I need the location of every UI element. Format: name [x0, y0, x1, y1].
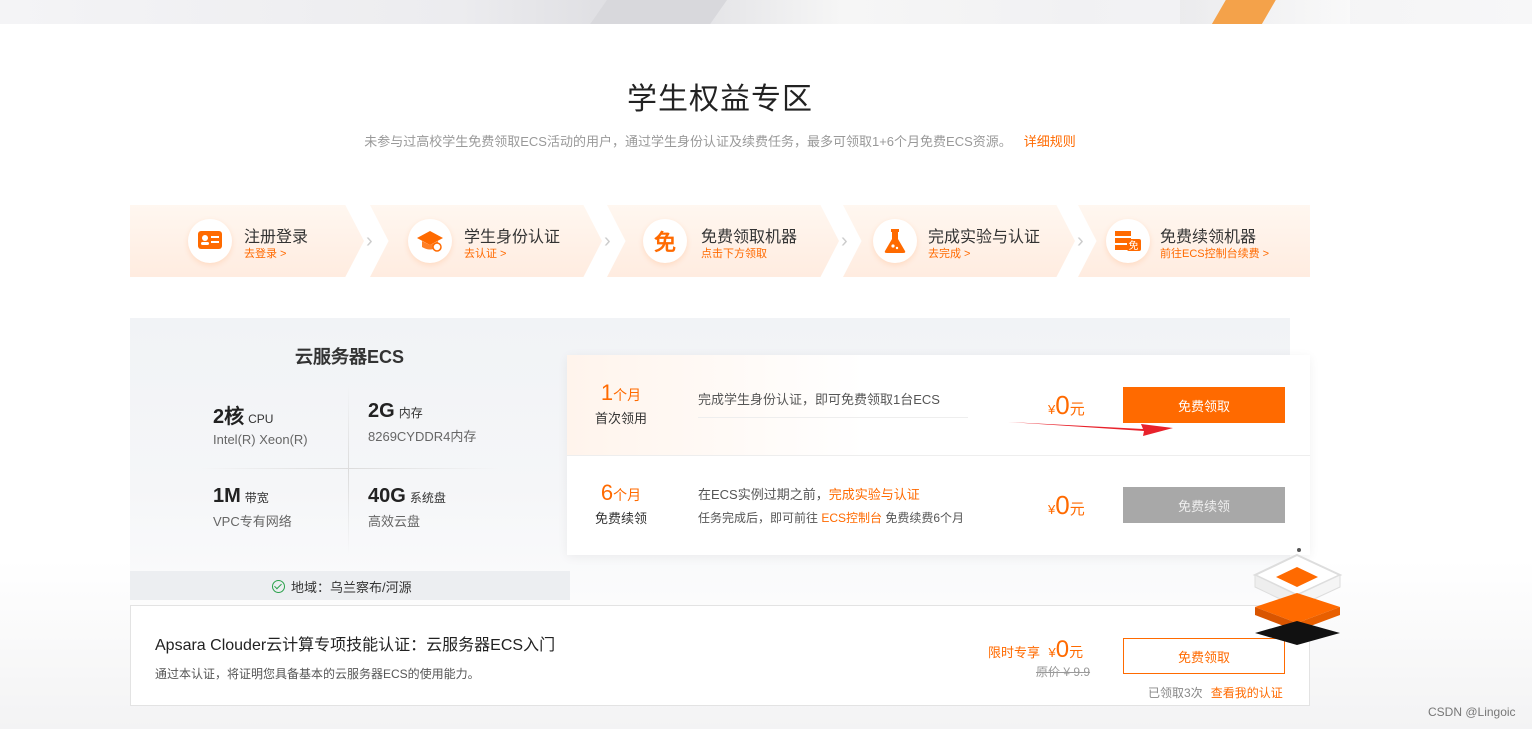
graduation-cap-icon [408, 219, 452, 263]
price-currency: ¥ [1048, 645, 1056, 660]
offer-desc-text: 在ECS实例过期之前， [698, 487, 829, 502]
id-card-icon [188, 219, 232, 263]
offer-desc-text: 免费续费6个月 [882, 511, 965, 525]
offer-desc: 在ECS实例过期之前，完成实验与认证 [698, 484, 920, 503]
ecs-console-link[interactable]: ECS控制台 [821, 511, 882, 525]
spec-memory: 2G 内存 8269CYDDR4内存 [368, 400, 476, 445]
spec-title: 云服务器ECS [295, 347, 405, 367]
spec-value: 2核 [213, 406, 245, 428]
renew-free-button[interactable]: 免费续领 [1123, 487, 1285, 523]
step-link[interactable]: 去认证 > [464, 245, 506, 261]
step-renew-machine[interactable]: 免 免费续领机器 前往ECS控制台续费 > [1078, 205, 1310, 277]
detail-rules-link[interactable]: 详细规则 [1024, 134, 1076, 149]
watermark: CSDN @Lingoic [1428, 705, 1516, 719]
spec-unit: CPU [248, 412, 274, 426]
chevron-right-icon: › [1077, 230, 1084, 252]
claimed-count: 已领取3次 [1148, 686, 1203, 700]
months-unit: 个月 [613, 387, 642, 403]
offer-price: ¥0元 [1048, 490, 1085, 521]
offer-row-divider [567, 455, 1310, 456]
offer-months: 6个月 免费续领 [566, 480, 676, 527]
steps-bar: 注册登录 去登录 > › 学生身份认证 去认证 > › 免 免费领取机器 点击下… [130, 205, 1310, 277]
spec-unit: 内存 [398, 406, 423, 420]
spec-desc: 8269CYDDR4内存 [368, 429, 477, 444]
spec-cpu: 2核 CPU Intel(R) Xeon(R) [213, 400, 308, 447]
chevron-right-icon: › [841, 230, 848, 252]
spec-value: 2G [368, 400, 395, 422]
months-caption: 免费续领 [594, 511, 647, 526]
months-number: 6 [600, 480, 614, 505]
flask-icon [873, 219, 917, 263]
chevron-right-icon: › [604, 230, 611, 252]
step-link[interactable]: 去完成 > [928, 245, 970, 261]
spec-desc: 高效云盘 [368, 514, 421, 529]
step-complete-lab[interactable]: 完成实验与认证 去完成 > [843, 205, 1075, 277]
months-number: 1 [600, 380, 614, 405]
complete-lab-link[interactable]: 完成实验与认证 [829, 487, 920, 502]
server-free-icon: 免 [1106, 219, 1150, 263]
view-my-cert-link[interactable]: 查看我的认证 [1211, 686, 1283, 700]
page-title: 学生权益专区 [627, 83, 813, 116]
region-info: 地域：乌兰察布/河源 [272, 577, 412, 596]
top-banner-strip [0, 0, 1532, 24]
original-price: 原价 ¥ 9.9 [1036, 665, 1091, 679]
spec-desc: Intel(R) Xeon(R) [213, 432, 308, 447]
spec-unit: 系统盘 [409, 491, 446, 505]
offer-desc-secondary: 任务完成后，即可前往 ECS控制台 免费续费6个月 [698, 509, 964, 526]
price-unit: 元 [1069, 501, 1085, 518]
free-badge-icon: 免 [643, 219, 687, 263]
offer-desc-underline [698, 417, 968, 418]
spec-disk: 40G 系统盘 高效云盘 [368, 485, 446, 530]
check-circle-icon [272, 580, 285, 593]
price-unit: 元 [1069, 644, 1084, 660]
offer-desc: 完成学生身份认证，即可免费领取1台ECS [698, 392, 940, 407]
step-register-login[interactable]: 注册登录 去登录 > [130, 205, 364, 277]
spec-bandwidth: 1M 带宽 VPC专有网络 [213, 485, 292, 530]
limited-label: 限时专享 [988, 645, 1041, 660]
cert-title: Apsara Clouder云计算专项技能认证：云服务器ECS入门 [155, 637, 556, 654]
subtitle-text: 未参与过高校学生免费领取ECS活动的用户，通过学生身份认证及续费任务，最多可领取… [364, 134, 1012, 149]
svg-text:免: 免 [1129, 239, 1139, 252]
offer-desc-text: 任务完成后，即可前往 [698, 511, 822, 525]
price-value: 0 [1055, 636, 1070, 663]
step-label: 免费领取机器 [701, 229, 798, 246]
spec-unit: 带宽 [244, 491, 269, 505]
region-text: 地域：乌兰察布/河源 [291, 580, 412, 595]
spec-value: 1M [213, 485, 241, 507]
spec-divider-horizontal [200, 468, 500, 469]
chevron-right-icon: › [366, 230, 373, 252]
page-subtitle: 未参与过高校学生免费领取ECS活动的用户，通过学生身份认证及续费任务，最多可领取… [0, 131, 1440, 150]
step-claim-machine[interactable]: 免 免费领取机器 点击下方领取 [607, 205, 839, 277]
step-label: 完成实验与认证 [928, 229, 1041, 246]
months-caption: 首次领用 [594, 411, 647, 426]
offer-months: 1个月 首次领用 [566, 380, 676, 427]
step-link[interactable]: 去登录 > [244, 245, 286, 261]
spec-value: 40G [368, 485, 406, 507]
claimed-info: 已领取3次 查看我的认证 [1148, 684, 1283, 701]
months-unit: 个月 [613, 487, 642, 503]
step-label: 免费续领机器 [1160, 229, 1257, 246]
step-student-verify[interactable]: 学生身份认证 去认证 > [370, 205, 602, 277]
spec-divider-vertical [348, 385, 349, 555]
step-label: 注册登录 [244, 229, 309, 246]
spec-desc: VPC专有网络 [213, 514, 292, 529]
cube-decoration-icon [1252, 548, 1343, 645]
step-label: 学生身份认证 [464, 229, 561, 246]
cert-desc: 通过本认证，将证明您具备基本的云服务器ECS的使用能力。 [155, 667, 480, 681]
red-arrow-annotation [1008, 422, 1173, 436]
step-link[interactable]: 点击下方领取 [701, 245, 767, 261]
cert-price: 限时专享 ¥0元 [988, 636, 1083, 664]
price-value: 0 [1055, 490, 1070, 520]
step-link[interactable]: 前往ECS控制台续费 > [1160, 245, 1269, 261]
